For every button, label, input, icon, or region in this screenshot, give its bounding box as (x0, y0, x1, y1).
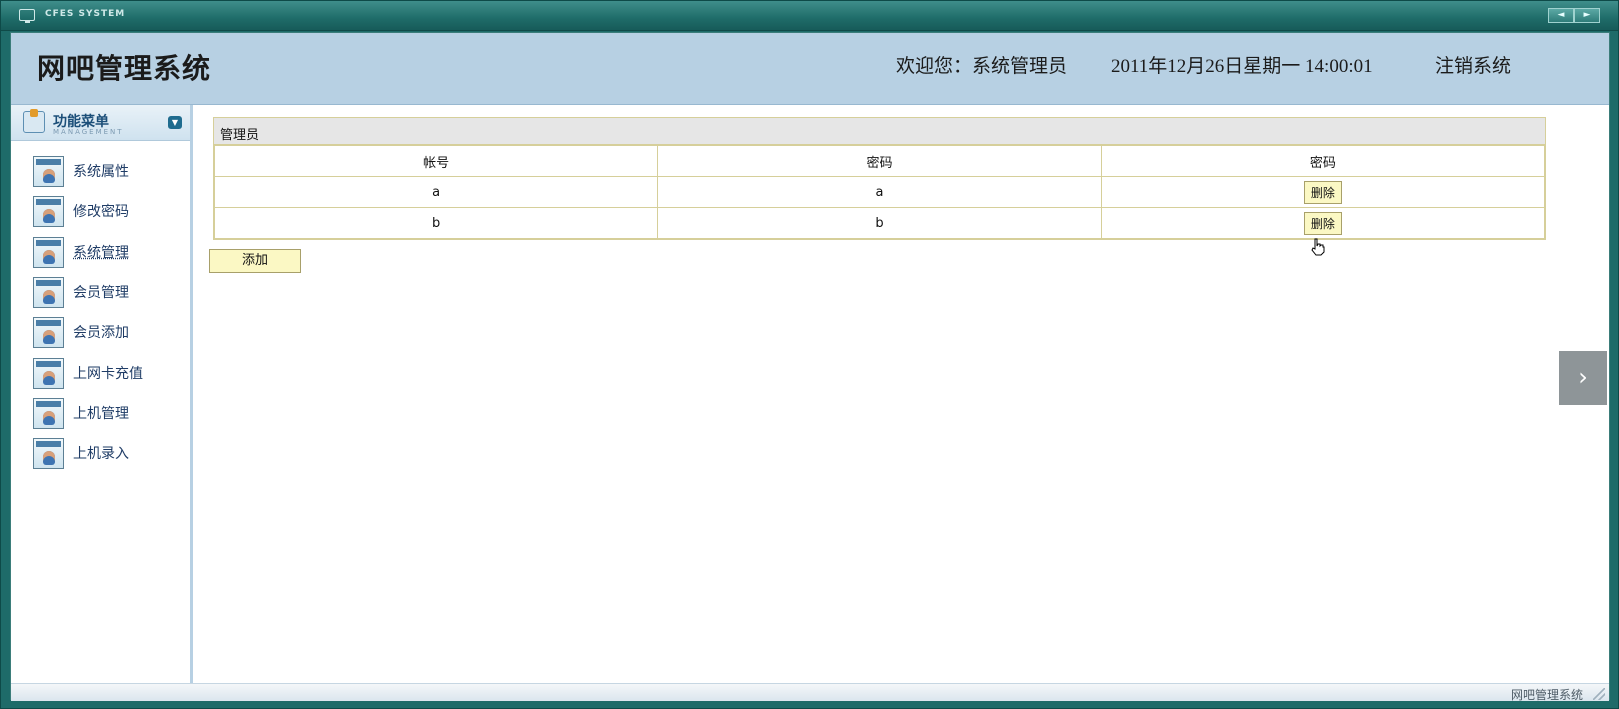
sidebar-item-label: 会员管理 (73, 285, 129, 301)
brand-title: 网吧管理系统 (37, 54, 212, 85)
sidebar-item-label: 上机管理 (73, 406, 129, 422)
user-card-icon (33, 357, 64, 389)
prev-button[interactable]: ◄ (1548, 8, 1574, 23)
delete-button[interactable]: 删除 (1303, 211, 1342, 235)
main-content: 管理员 帐号 密码 密码 a a 删除 b b 删除 添加 › (197, 105, 1609, 683)
page-frame: 网吧管理系统 欢迎您：系统管理员 2011年12月26日星期一 14:00:01… (10, 32, 1610, 702)
collapse-icon[interactable]: ▼ (168, 116, 182, 129)
column-header-action: 密码 (1100, 145, 1546, 177)
delete-button[interactable]: 删除 (1303, 180, 1342, 204)
application-window: CFES SYSTEM ◄ ► 网吧管理系统 欢迎您：系统管理员 2011年12… (0, 0, 1619, 709)
sidebar-item-session-management[interactable]: 上机管理 (33, 397, 129, 429)
cell-account: b (213, 207, 659, 239)
status-text: 网吧管理系统 (1510, 688, 1583, 702)
window-title: CFES SYSTEM (45, 9, 126, 19)
column-header-password: 密码 (657, 145, 1102, 177)
sidebar-item-system-properties[interactable]: 系统属性 (33, 155, 129, 187)
sidebar-item-label: 系统属性 (73, 164, 129, 180)
cell-account: a (213, 176, 659, 208)
status-bar: 网吧管理系统 (11, 683, 1609, 702)
add-button[interactable]: 添加 (209, 249, 301, 273)
menu-icon (23, 109, 45, 133)
datetime-text: 2011年12月26日星期一 14:00:01 (1111, 56, 1373, 77)
menu-header: 功能菜单 MANAGEMENT ▼ (11, 105, 190, 141)
hand-cursor-icon (1311, 238, 1325, 256)
user-card-icon (33, 155, 64, 187)
resize-grip-icon[interactable] (1593, 688, 1605, 700)
page-header: 网吧管理系统 欢迎您：系统管理员 2011年12月26日星期一 14:00:01… (11, 33, 1609, 105)
column-header-account: 帐号 (213, 145, 659, 177)
cell-action: 删除 (1100, 207, 1546, 239)
sidebar-item-label: 上网卡充值 (73, 366, 143, 382)
sidebar-item-system-management[interactable]: 系统管理 (33, 236, 129, 268)
table-row: b b 删除 (213, 207, 1546, 239)
admin-panel: 管理员 帐号 密码 密码 a a 删除 b b 删除 (213, 117, 1546, 240)
sidebar: 功能菜单 MANAGEMENT ▼ 系统属性 修改密码 系统管理 会员管理 会员… (11, 105, 193, 683)
cell-password: b (657, 207, 1102, 239)
user-card-icon (33, 397, 64, 429)
sidebar-item-member-add[interactable]: 会员添加 (33, 316, 129, 348)
table-header-row: 帐号 密码 密码 (213, 145, 1546, 177)
window-nav: ◄ ► (1548, 8, 1600, 23)
welcome-text: 欢迎您：系统管理员 (896, 56, 1068, 77)
user-card-icon (33, 276, 64, 308)
menu-subtitle: MANAGEMENT (53, 128, 124, 136)
sidebar-item-label: 会员添加 (73, 325, 129, 341)
user-card-icon (33, 195, 64, 227)
sidebar-item-card-recharge[interactable]: 上网卡充值 (33, 357, 143, 389)
logout-link[interactable]: 注销系统 (1435, 51, 1511, 78)
admin-table: 帐号 密码 密码 a a 删除 b b 删除 (213, 145, 1546, 239)
sidebar-item-member-management[interactable]: 会员管理 (33, 276, 129, 308)
sidebar-item-change-password[interactable]: 修改密码 (33, 195, 129, 227)
sidebar-item-label: 上机录入 (73, 446, 129, 462)
chevron-right-icon[interactable]: › (1559, 351, 1607, 405)
user-card-icon (33, 236, 64, 268)
title-bar: CFES SYSTEM ◄ ► (1, 1, 1618, 31)
monitor-icon (19, 9, 35, 23)
table-row: a a 删除 (213, 176, 1546, 208)
panel-title: 管理员 (214, 118, 1545, 145)
cell-action: 删除 (1100, 176, 1546, 208)
user-card-icon (33, 316, 64, 348)
cell-password: a (657, 176, 1102, 208)
user-card-icon (33, 437, 64, 469)
sidebar-item-label: 修改密码 (73, 204, 129, 220)
sidebar-item-label: 系统管理 (73, 245, 129, 261)
sidebar-item-session-entry[interactable]: 上机录入 (33, 437, 129, 469)
next-button[interactable]: ► (1574, 8, 1600, 23)
